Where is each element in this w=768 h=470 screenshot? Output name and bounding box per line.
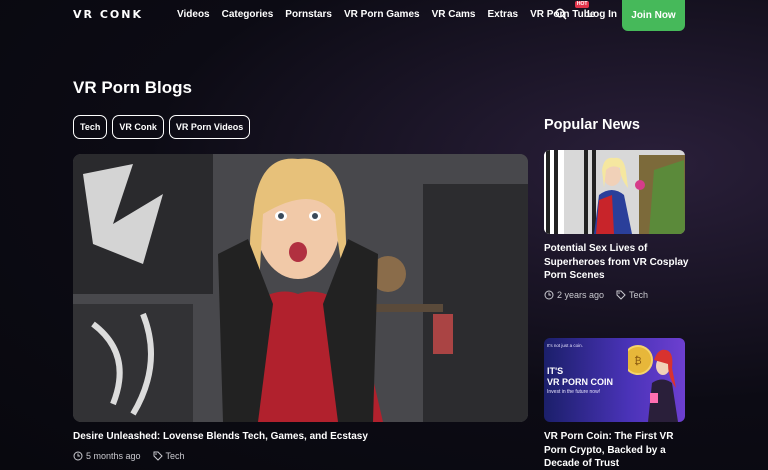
coin-banner-its: IT'S: [547, 366, 564, 376]
svg-text:₿: ₿: [634, 355, 641, 367]
nav-vr-porn-games[interactable]: VR Porn Games: [344, 9, 420, 20]
popular-news-image-2[interactable]: It's not just a coin. IT'S VR PORN COIN …: [544, 338, 685, 422]
main-nav: Videos Categories Pornstars VR Porn Game…: [177, 1, 607, 20]
site-header: VR CONK Videos Categories Pornstars VR P…: [0, 0, 768, 32]
nav-categories[interactable]: Categories: [222, 9, 274, 20]
login-link[interactable]: Log In: [587, 9, 617, 20]
nav-vr-cams[interactable]: VR Cams: [432, 9, 476, 20]
popular-news-title-2[interactable]: VR Porn Coin: The First VR Porn Crypto, …: [544, 430, 694, 470]
featured-article-tag[interactable]: Tech: [153, 451, 185, 461]
popular-news-time-1: 2 years ago: [557, 290, 605, 300]
popular-news-image-1[interactable]: [544, 150, 685, 234]
tag-vr-conk[interactable]: VR Conk: [112, 115, 164, 139]
clock-icon: [544, 290, 554, 300]
tag-vr-porn-videos[interactable]: VR Porn Videos: [168, 115, 251, 139]
coin-banner-title: VR PORN COIN: [547, 377, 614, 387]
tag-icon: [153, 451, 163, 461]
page-title: VR Porn Blogs: [73, 78, 193, 97]
nav-videos[interactable]: Videos: [177, 9, 210, 20]
popular-news-heading: Popular News: [544, 117, 640, 133]
featured-article-title[interactable]: Desire Unleashed: Lovense Blends Tech, G…: [73, 431, 368, 442]
search-icon[interactable]: [555, 8, 567, 20]
coin-banner-art: ₿: [628, 345, 678, 422]
site-logo[interactable]: VR CONK: [73, 8, 143, 21]
popular-news-title-1[interactable]: Potential Sex Lives of Superheroes from …: [544, 242, 694, 283]
coin-banner-subtitle: Invest in the future now!: [547, 389, 601, 395]
featured-article-tag-label: Tech: [165, 451, 185, 461]
nav-extras[interactable]: Extras: [487, 9, 518, 20]
popular-news-meta-1: 2 years ago Tech: [544, 290, 648, 300]
coin-banner-small-text: It's not just a coin.: [547, 343, 583, 348]
join-now-button[interactable]: Join Now: [622, 0, 685, 31]
tag-tech[interactable]: Tech: [73, 115, 108, 139]
featured-article-meta: 5 months ago Tech: [73, 451, 185, 461]
tag-icon: [616, 290, 626, 300]
featured-article-time: 5 months ago: [86, 451, 141, 461]
featured-article-image[interactable]: [73, 154, 528, 422]
clock-icon: [73, 451, 83, 461]
blog-tag-filters: Tech VR Conk VR Porn Videos: [73, 115, 251, 139]
popular-news-tag-label-1: Tech: [629, 290, 649, 300]
nav-pornstars[interactable]: Pornstars: [285, 9, 332, 20]
hot-badge: HOT: [574, 1, 590, 8]
popular-news-tag-1[interactable]: Tech: [616, 290, 648, 300]
